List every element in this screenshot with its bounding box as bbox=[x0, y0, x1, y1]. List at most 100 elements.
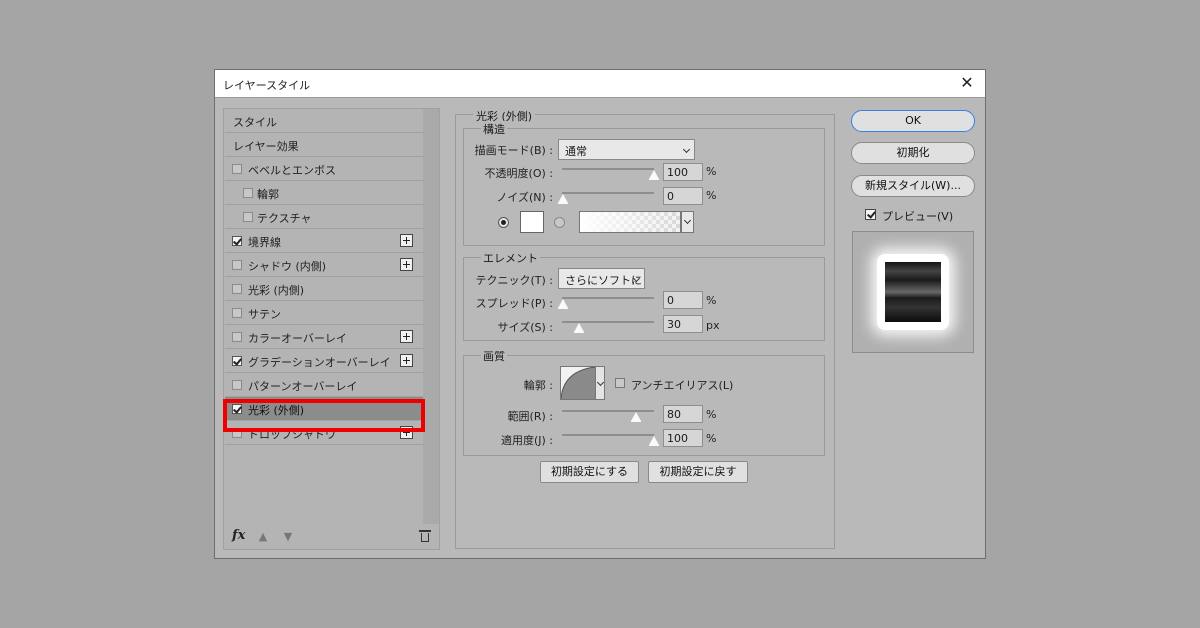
outer-glow-checkbox[interactable] bbox=[232, 404, 242, 414]
style-list-item-label: レイヤー効果 bbox=[233, 140, 299, 153]
title-bar: レイヤースタイル ✕ bbox=[215, 70, 985, 98]
ok-button[interactable]: OK bbox=[851, 110, 975, 132]
noise-slider-track[interactable] bbox=[562, 192, 654, 194]
gradient-overlay-checkbox[interactable] bbox=[232, 356, 242, 366]
size-label: サイズ(S) : bbox=[497, 321, 553, 334]
bevel-emboss-checkbox[interactable] bbox=[232, 164, 242, 174]
preview-checkbox[interactable] bbox=[865, 209, 876, 220]
range-slider-thumb[interactable] bbox=[631, 412, 641, 422]
add-stroke-plus-icon[interactable] bbox=[400, 234, 413, 247]
spread-label: スプレッド(P) : bbox=[475, 297, 553, 310]
move-up-icon[interactable]: ▲ bbox=[257, 531, 269, 543]
make-default-button[interactable]: 初期設定にする bbox=[540, 461, 639, 483]
noise-slider-thumb[interactable] bbox=[558, 194, 568, 204]
style-list-item-inner-shadow[interactable]: シャドウ (内側) bbox=[225, 253, 423, 277]
texture-checkbox[interactable] bbox=[243, 212, 253, 222]
reset-to-default-button[interactable]: 初期設定に戻す bbox=[648, 461, 748, 483]
spread-unit: % bbox=[706, 294, 717, 307]
new-style-button[interactable]: 新規スタイル(W)... bbox=[851, 175, 975, 197]
add-inner-shadow-plus-icon[interactable] bbox=[400, 258, 413, 271]
reset-button[interactable]: 初期化 bbox=[851, 142, 975, 164]
style-list-item-label: 光彩 (内側) bbox=[248, 284, 305, 297]
elements-group-title: エレメント bbox=[481, 250, 540, 266]
move-down-icon[interactable]: ▼ bbox=[282, 531, 294, 543]
contour-chevron-icon[interactable] bbox=[595, 366, 605, 400]
gradient-picker-chevron-icon[interactable] bbox=[681, 211, 694, 233]
fx-icon[interactable]: fx bbox=[232, 528, 245, 543]
jitter-slider-track[interactable] bbox=[562, 434, 654, 436]
satin-checkbox[interactable] bbox=[232, 308, 242, 318]
glow-gradient-swatch[interactable] bbox=[579, 211, 681, 233]
drop-shadow-checkbox[interactable] bbox=[232, 428, 242, 438]
style-list-item-stroke[interactable]: 境界線 bbox=[225, 229, 423, 253]
style-list-item-gradient-overlay[interactable]: グラデーションオーバーレイ bbox=[225, 349, 423, 373]
style-list-item-outer-glow[interactable]: 光彩 (外側) bbox=[225, 397, 423, 421]
contour-label: 輪郭 : bbox=[523, 379, 553, 392]
inner-shadow-checkbox[interactable] bbox=[232, 260, 242, 270]
blend-mode-label: 描画モード(B) : bbox=[474, 144, 553, 157]
add-drop-shadow-plus-icon[interactable] bbox=[400, 426, 413, 439]
style-list-item-label: カラーオーバーレイ bbox=[248, 332, 347, 345]
style-list-item-pattern-overlay[interactable]: パターンオーバーレイ bbox=[225, 373, 423, 397]
range-label: 範囲(R) : bbox=[507, 410, 553, 423]
close-icon[interactable]: ✕ bbox=[957, 73, 977, 93]
technique-label: テクニック(T) : bbox=[475, 274, 553, 287]
add-gradient-overlay-plus-icon[interactable] bbox=[400, 354, 413, 367]
style-list-item-contour[interactable]: 輪郭 bbox=[225, 181, 423, 205]
contour-curve-icon bbox=[561, 367, 595, 399]
style-list-scrollbar[interactable] bbox=[423, 109, 439, 524]
style-list-item-label: パターンオーバーレイ bbox=[248, 380, 358, 393]
style-list-item-styles[interactable]: スタイル bbox=[225, 109, 423, 133]
blend-mode-select[interactable]: 通常 bbox=[558, 139, 695, 160]
inner-glow-checkbox[interactable] bbox=[232, 284, 242, 294]
noise-label: ノイズ(N) : bbox=[496, 191, 553, 204]
technique-select[interactable]: さらにソフトに bbox=[558, 268, 645, 289]
range-input[interactable]: 80 bbox=[663, 405, 703, 423]
style-list-item-satin[interactable]: サテン bbox=[225, 301, 423, 325]
chevron-down-icon bbox=[682, 145, 691, 154]
color-overlay-checkbox[interactable] bbox=[232, 332, 242, 342]
stroke-checkbox[interactable] bbox=[232, 236, 242, 246]
opacity-input[interactable]: 100 bbox=[663, 163, 703, 181]
trash-icon[interactable] bbox=[419, 529, 431, 542]
style-list-item-label: スタイル bbox=[233, 116, 277, 129]
size-slider-thumb[interactable] bbox=[574, 323, 584, 333]
style-list-item-drop-shadow[interactable]: ドロップシャドウ bbox=[225, 421, 423, 445]
noise-input[interactable]: 0 bbox=[663, 187, 703, 205]
opacity-slider-track[interactable] bbox=[562, 168, 654, 170]
quality-group-title: 画質 bbox=[481, 348, 507, 364]
antialias-checkbox[interactable] bbox=[615, 378, 625, 388]
jitter-value: 100 bbox=[667, 432, 688, 445]
style-list-item-color-overlay[interactable]: カラーオーバーレイ bbox=[225, 325, 423, 349]
spread-slider-track[interactable] bbox=[562, 297, 654, 299]
size-input[interactable]: 30 bbox=[663, 315, 703, 333]
contour-checkbox[interactable] bbox=[243, 188, 253, 198]
add-color-overlay-plus-icon[interactable] bbox=[400, 330, 413, 343]
contour-preview[interactable] bbox=[560, 366, 596, 400]
preview-gradient-fill bbox=[885, 262, 941, 322]
opacity-slider-thumb[interactable] bbox=[649, 170, 659, 180]
dialog-title: レイヤースタイル bbox=[223, 79, 311, 92]
solid-color-radio[interactable] bbox=[498, 217, 509, 228]
style-list-item-texture[interactable]: テクスチャ bbox=[225, 205, 423, 229]
style-list-item-bevel-emboss[interactable]: ベベルとエンボス bbox=[225, 157, 423, 181]
glow-color-swatch[interactable] bbox=[520, 211, 544, 233]
jitter-slider-thumb[interactable] bbox=[649, 436, 659, 446]
pattern-overlay-checkbox[interactable] bbox=[232, 380, 242, 390]
style-list-item-label: ベベルとエンボス bbox=[248, 164, 336, 177]
jitter-label: 適用度(J) : bbox=[500, 434, 553, 447]
spread-input[interactable]: 0 bbox=[663, 291, 703, 309]
range-unit: % bbox=[706, 408, 717, 421]
style-list-item-inner-glow[interactable]: 光彩 (内側) bbox=[225, 277, 423, 301]
antialias-label: アンチエイリアス(L) bbox=[631, 379, 734, 392]
style-list-footer: fx ▲ ▼ bbox=[224, 523, 439, 549]
opacity-value: 100 bbox=[667, 166, 688, 179]
preview-glow-shape bbox=[877, 254, 949, 330]
preview-label: プレビュー(V) bbox=[882, 210, 954, 223]
spread-value: 0 bbox=[667, 294, 674, 307]
jitter-input[interactable]: 100 bbox=[663, 429, 703, 447]
gradient-radio[interactable] bbox=[554, 217, 565, 228]
technique-value: さらにソフトに bbox=[565, 274, 642, 287]
style-list-item-layer-effects[interactable]: レイヤー効果 bbox=[225, 133, 423, 157]
spread-slider-thumb[interactable] bbox=[558, 299, 568, 309]
